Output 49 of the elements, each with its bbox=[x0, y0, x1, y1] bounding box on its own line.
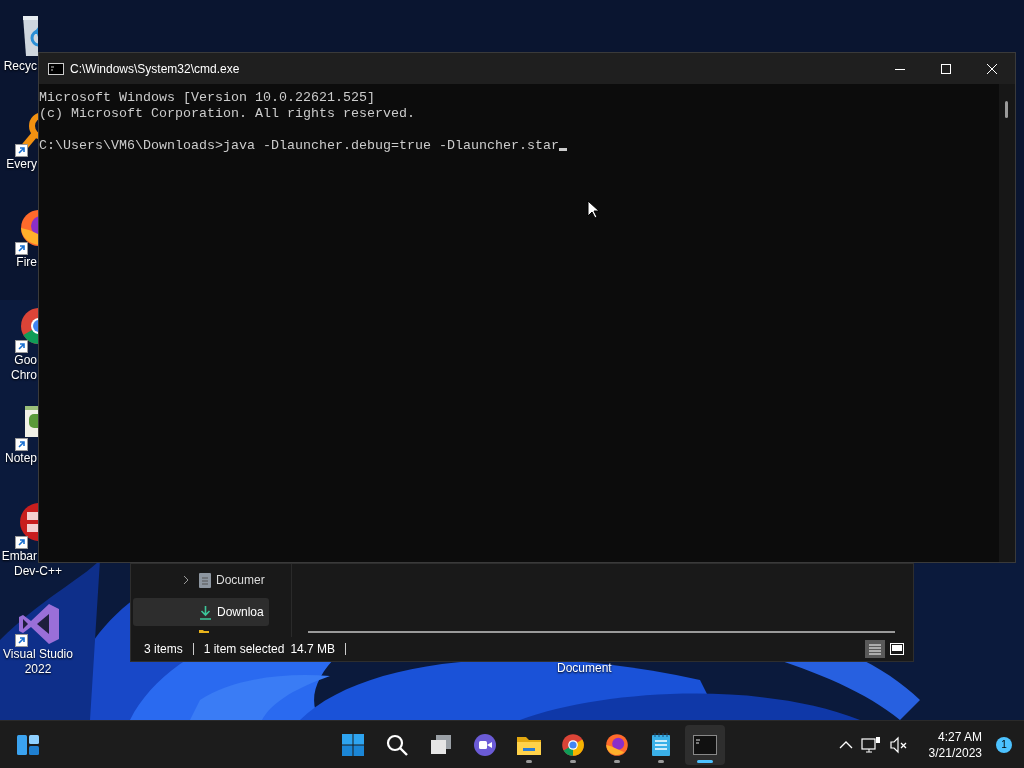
icon-label: Dev-C++ bbox=[13, 564, 63, 579]
task-view-icon[interactable] bbox=[429, 732, 453, 757]
tiles-view-button[interactable] bbox=[887, 640, 907, 658]
download-icon bbox=[199, 604, 212, 620]
icon-label: Goo bbox=[14, 353, 37, 368]
window-title: C:\Windows\System32\cmd.exe bbox=[70, 61, 241, 76]
maximize-icon bbox=[941, 63, 951, 74]
windows-logo-icon[interactable] bbox=[341, 732, 365, 757]
status-divider bbox=[192, 643, 194, 655]
icon-label: Fire bbox=[16, 255, 37, 270]
chrome-icon[interactable] bbox=[561, 732, 585, 757]
scrollbar[interactable] bbox=[308, 631, 895, 633]
notepad-icon[interactable] bbox=[651, 732, 671, 757]
widgets-icon[interactable] bbox=[16, 732, 40, 757]
desktop-icon-label: Document bbox=[557, 661, 612, 675]
icon-label: Visual Studio bbox=[2, 647, 74, 662]
folder-icon bbox=[199, 629, 209, 633]
clock-time[interactable]: 4:27 AM bbox=[937, 728, 982, 745]
nav-item[interactable]: Documer bbox=[133, 566, 269, 594]
icon-label: 2022 bbox=[23, 662, 53, 677]
mouse-pointer-icon bbox=[587, 200, 599, 219]
video-chat-icon[interactable] bbox=[473, 732, 497, 757]
console-line: Microsoft Windows [Version 10.0.22621.525] bbox=[39, 90, 375, 106]
icon-label: Notep bbox=[4, 451, 37, 466]
console-line: C:\Users\VM6\Downloads>java -Dlauncher.debug=true -Dlauncher.star bbox=[39, 138, 567, 154]
scrollbar[interactable] bbox=[999, 84, 1015, 562]
chevron-up-icon[interactable] bbox=[838, 740, 853, 749]
icon-label: Recyc bbox=[3, 59, 37, 74]
notification-badge[interactable]: 1 bbox=[996, 736, 1012, 753]
console-line: (c) Microsoft Corporation. All rights reserved. bbox=[39, 106, 415, 122]
network-icon[interactable] bbox=[860, 735, 881, 754]
status-text: 3 items bbox=[144, 642, 183, 656]
icon-label: Chro bbox=[11, 368, 37, 383]
icon-label: Embar bbox=[1, 549, 37, 564]
status-text: 14.7 MB bbox=[290, 642, 336, 656]
status-divider bbox=[345, 643, 347, 655]
terminal-icon[interactable] bbox=[693, 734, 717, 755]
terminal-icon bbox=[48, 62, 64, 75]
nav-item[interactable]: Downloa bbox=[133, 598, 269, 626]
clock-date[interactable]: 3/21/2023 bbox=[928, 744, 982, 761]
icon-label: Every bbox=[6, 157, 37, 172]
document-icon bbox=[199, 572, 211, 588]
close-icon bbox=[987, 63, 997, 74]
firefox-icon[interactable] bbox=[605, 732, 629, 757]
chevron-icon[interactable] bbox=[181, 575, 191, 585]
scrollbar-thumb[interactable] bbox=[1005, 101, 1008, 118]
muted-speaker-icon[interactable] bbox=[888, 735, 909, 754]
status-text: 1 item selected bbox=[203, 642, 285, 656]
search-icon[interactable] bbox=[385, 732, 409, 757]
